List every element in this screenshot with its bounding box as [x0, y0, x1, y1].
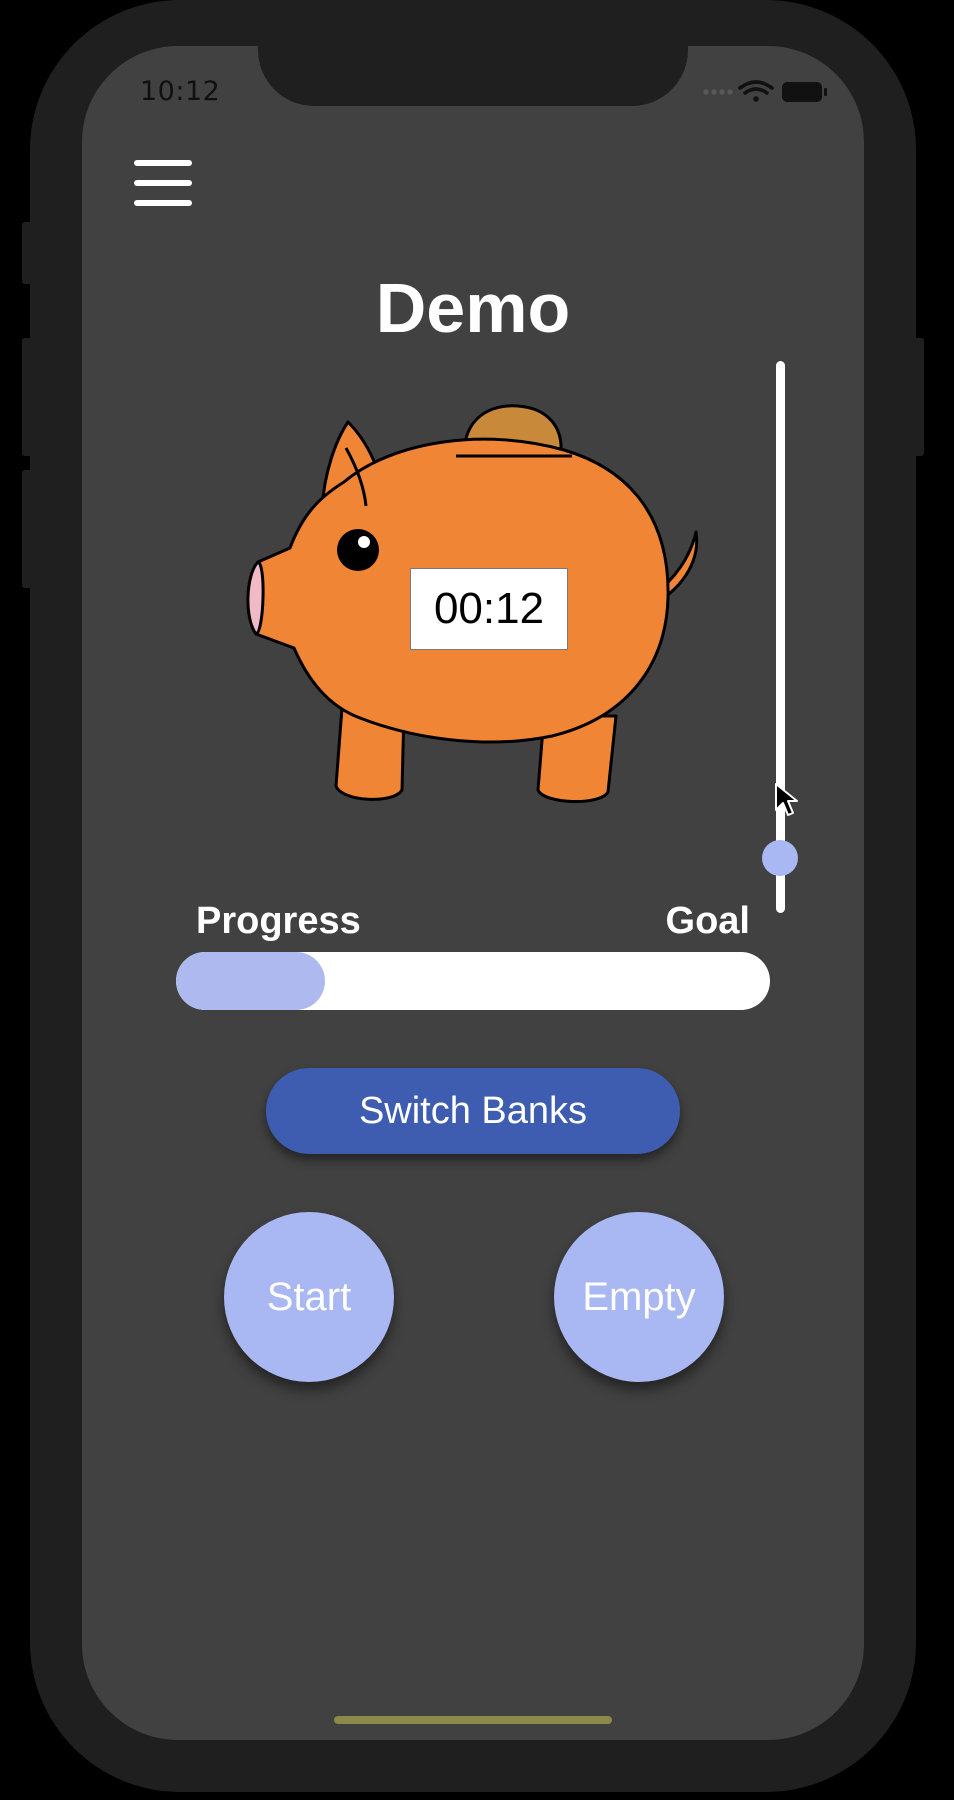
mouse-cursor-icon	[775, 783, 798, 816]
goal-label: Goal	[665, 900, 750, 942]
start-button[interactable]: Start	[224, 1212, 394, 1382]
battery-icon	[782, 82, 827, 102]
progress-label: Progress	[196, 900, 361, 942]
vertical-slider-thumb[interactable]	[762, 839, 798, 876]
progress-bar	[176, 952, 770, 1010]
side-button-mute	[22, 222, 32, 284]
pig-eye	[337, 529, 379, 571]
progress-bar-fill	[176, 952, 325, 1010]
home-indicator	[334, 1716, 612, 1724]
device-stage: 10:12 Demo 00:12 Progress Goal Switch Ba…	[0, 0, 954, 1800]
side-button-volume-down	[22, 470, 32, 588]
empty-button[interactable]: Empty	[554, 1212, 724, 1382]
app-screen: 10:12 Demo 00:12 Progress Goal Switch Ba…	[82, 46, 864, 1740]
vertical-slider-track[interactable]	[776, 361, 785, 913]
vertical-slider[interactable]	[762, 361, 802, 913]
page-title: Demo	[375, 269, 571, 347]
status-time: 10:12	[140, 76, 221, 107]
switch-banks-button[interactable]: Switch Banks	[266, 1068, 680, 1154]
pig-snout	[246, 560, 265, 636]
timer-display: 00:12	[410, 568, 568, 650]
side-button-power	[914, 338, 924, 456]
pig-eye-highlight	[358, 536, 370, 548]
signal-dots-icon	[703, 89, 733, 95]
notch	[258, 46, 688, 106]
side-button-volume-up	[22, 338, 32, 456]
wifi-icon	[738, 80, 774, 102]
hamburger-menu-icon[interactable]	[134, 160, 192, 206]
status-icons	[703, 80, 827, 102]
